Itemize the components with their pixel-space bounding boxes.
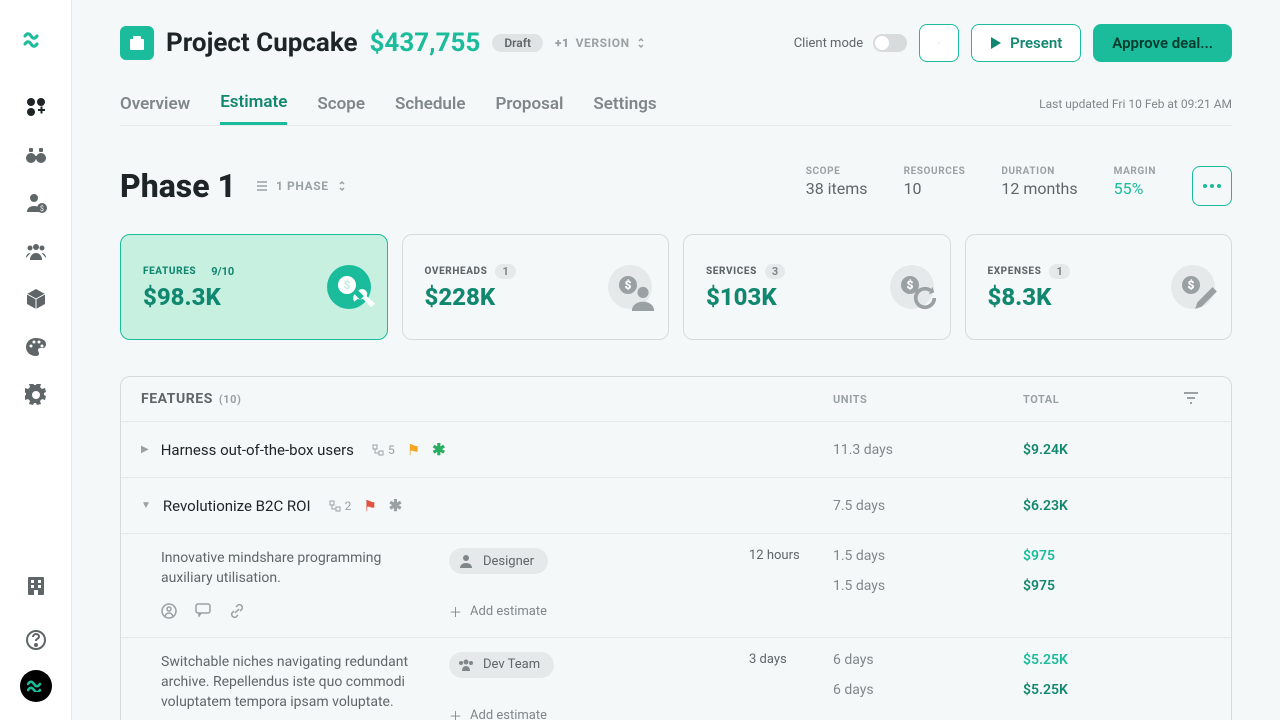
svg-text:$: $ xyxy=(40,205,44,213)
client-mode-toggle[interactable]: Client mode xyxy=(794,34,907,52)
card-expenses[interactable]: EXPENSES1 $8.3K $ xyxy=(965,234,1233,340)
subtask-total: $5.25K xyxy=(1023,682,1183,698)
tab-settings[interactable]: Settings xyxy=(593,84,656,124)
tab-overview[interactable]: Overview xyxy=(120,84,190,124)
role-chip[interactable]: Dev Team xyxy=(449,652,554,678)
subtask-total: $5.25K xyxy=(1023,652,1183,668)
filter-icon[interactable] xyxy=(1183,392,1223,407)
team-icon xyxy=(457,656,475,674)
brand-avatar-icon[interactable] xyxy=(20,670,52,702)
subtask-units: 1.5 days xyxy=(833,548,1023,564)
assignee-icon[interactable] xyxy=(161,603,177,623)
header: Project Cupcake $437,755 Draft +1VERSION… xyxy=(72,0,1280,126)
expand-icon[interactable]: ▶ xyxy=(141,444,149,455)
more-actions-button[interactable] xyxy=(919,24,959,62)
stat-scope: SCOPE38 items xyxy=(806,166,868,206)
tab-scope[interactable]: Scope xyxy=(317,84,365,124)
nav-dashboard-icon[interactable] xyxy=(24,95,48,119)
stat-duration: DURATION12 months xyxy=(1001,166,1077,206)
subtask-row: Switchable niches navigating redundant a… xyxy=(121,637,1231,720)
subtask-row: Innovative mindshare programming auxilia… xyxy=(121,533,1231,637)
row-title: Revolutionize B2C ROI xyxy=(163,497,311,515)
nav-user-dollar-icon[interactable]: $ xyxy=(24,191,48,215)
table-header-title: FEATURES xyxy=(141,391,213,407)
add-estimate-button[interactable]: ＋Add estimate xyxy=(449,602,749,621)
version-selector[interactable]: +1VERSION xyxy=(555,36,646,50)
asterisk-icon: ✱ xyxy=(432,440,445,459)
nav-binoculars-icon[interactable] xyxy=(24,143,48,167)
subtask-units: 1.5 days xyxy=(833,578,1023,594)
user-icon xyxy=(457,552,475,570)
tab-proposal[interactable]: Proposal xyxy=(495,84,563,124)
row-total: $6.23K xyxy=(1023,498,1183,514)
subtasks-icon: 5 xyxy=(372,443,395,457)
subtask-total: $975 xyxy=(1023,578,1183,594)
card-features[interactable]: FEATURES9/10 $98.3K $ xyxy=(120,234,388,340)
row-title: Harness out-of-the-box users xyxy=(161,441,354,459)
role-chip[interactable]: Designer xyxy=(449,548,548,574)
subtask-total: $975 xyxy=(1023,548,1183,564)
role-time: 12 hours xyxy=(749,548,833,563)
tabs: Overview Estimate Scope Schedule Proposa… xyxy=(120,82,1232,126)
nav-help-icon[interactable] xyxy=(24,628,48,652)
nav-building-icon[interactable] xyxy=(24,574,48,598)
nav-palette-icon[interactable] xyxy=(24,335,48,359)
project-title: Project Cupcake xyxy=(166,28,358,58)
tab-estimate[interactable]: Estimate xyxy=(220,82,287,125)
table-row[interactable]: ▼ Revolutionize B2C ROI 2 ⚑ ✱ 7.5 days $… xyxy=(121,477,1231,533)
toggle-switch-icon[interactable] xyxy=(873,34,907,52)
comment-icon[interactable] xyxy=(195,603,211,623)
dollar-pen-icon: $ xyxy=(1171,265,1215,309)
content: Phase 1 1 PHASE SCOPE38 items RESOURCES1… xyxy=(72,126,1280,720)
collapse-icon[interactable]: ▼ xyxy=(141,500,151,511)
column-total: TOTAL xyxy=(1023,393,1183,406)
present-button[interactable]: Present xyxy=(971,24,1081,62)
row-units: 7.5 days xyxy=(833,498,1023,514)
phase-selector[interactable]: 1 PHASE xyxy=(256,179,347,193)
nav-team-icon[interactable] xyxy=(24,239,48,263)
subtasks-icon: 2 xyxy=(329,499,352,513)
last-updated: Last updated Fri 10 Feb at 09:21 AM xyxy=(1039,97,1232,111)
link-icon[interactable] xyxy=(229,603,245,623)
flag-icon: ⚑ xyxy=(407,441,420,459)
row-total: $9.24K xyxy=(1023,442,1183,458)
tab-schedule[interactable]: Schedule xyxy=(395,84,466,124)
approve-deal-button[interactable]: Approve deal... xyxy=(1093,24,1232,62)
asterisk-icon: ✱ xyxy=(389,496,402,515)
role-time: 3 days xyxy=(749,652,833,667)
row-units: 11.3 days xyxy=(833,442,1023,458)
table-row[interactable]: ▶ Harness out-of-the-box users 5 ⚑ ✱ 11.… xyxy=(121,421,1231,477)
phase-more-button[interactable] xyxy=(1192,166,1232,206)
features-table: FEATURES (10) UNITS TOTAL ▶ Harness out-o… xyxy=(120,376,1232,720)
nav-cube-icon[interactable] xyxy=(24,287,48,311)
dollar-wrench-icon: $ xyxy=(327,265,371,309)
card-services[interactable]: SERVICES3 $103K $ xyxy=(683,234,951,340)
sidebar: $ xyxy=(0,0,72,720)
add-estimate-button[interactable]: ＋Add estimate xyxy=(449,706,749,720)
subtask-units: 6 days xyxy=(833,682,1023,698)
subtask-desc: Switchable niches navigating redundant a… xyxy=(161,652,449,713)
brand-logo-icon[interactable] xyxy=(23,22,49,55)
card-overheads[interactable]: OVERHEADS1 $228K $ xyxy=(402,234,670,340)
subtask-desc: Innovative mindshare programming auxilia… xyxy=(161,548,449,589)
status-chip: Draft xyxy=(492,34,543,52)
table-header-count: (10) xyxy=(219,393,242,406)
subtask-units: 6 days xyxy=(833,652,1023,668)
column-units: UNITS xyxy=(833,393,1023,406)
project-icon xyxy=(120,26,154,60)
dollar-refresh-icon: $ xyxy=(890,265,934,309)
phase-title: Phase 1 xyxy=(120,167,236,205)
dollar-user-icon: $ xyxy=(608,265,652,309)
project-amount: $437,755 xyxy=(370,28,481,58)
nav-settings-icon[interactable] xyxy=(24,383,48,407)
stat-margin: MARGIN55% xyxy=(1114,166,1156,206)
flag-icon: ⚑ xyxy=(363,497,376,515)
stat-resources: RESOURCES10 xyxy=(904,166,966,206)
